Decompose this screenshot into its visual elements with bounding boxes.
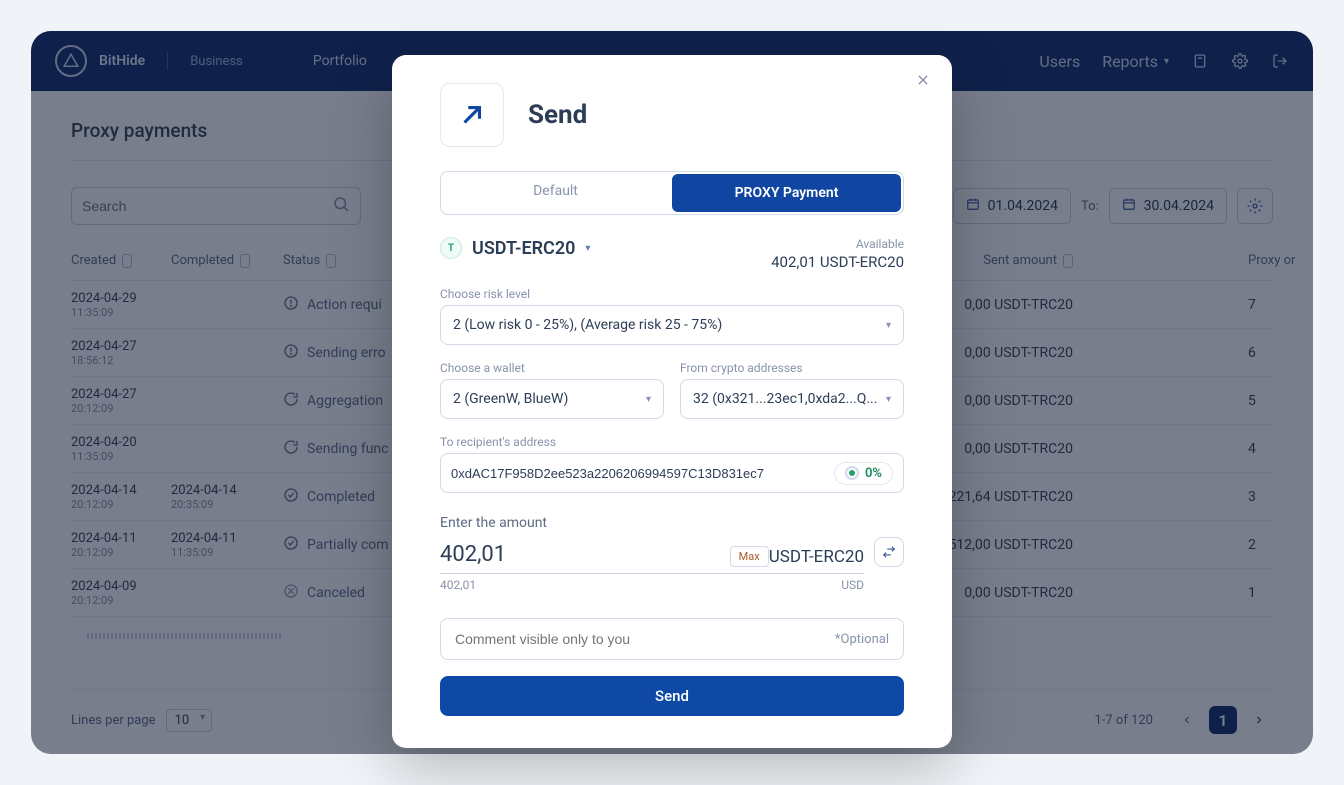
usdt-icon: T (440, 237, 462, 259)
recipient-address-input-wrap: 0% (440, 453, 904, 493)
risk-dot-icon (845, 466, 859, 480)
from-addresses-select[interactable]: 32 (0x321...23ec1,0xda2...Q... ▾ (680, 379, 904, 419)
chevron-down-icon: ▾ (646, 394, 651, 405)
chevron-down-icon: ▾ (886, 394, 891, 405)
chevron-down-icon: ▾ (585, 243, 590, 254)
recipient-address-input[interactable] (451, 466, 826, 481)
risk-percent: 0% (865, 466, 882, 481)
amount-row: 402,01 Max USDT-ERC20 (440, 537, 904, 567)
amount-unit: USDT-ERC20 (769, 547, 864, 567)
modal-title: Send (528, 100, 587, 130)
amount-underline (440, 573, 864, 574)
tab-default[interactable]: Default (441, 172, 670, 210)
risk-level-label: Choose risk level (440, 287, 904, 301)
wallet-value: 2 (GreenW, BlueW) (453, 391, 568, 407)
available-label: Available (771, 237, 904, 251)
close-button[interactable] (912, 69, 934, 91)
comment-input[interactable] (455, 631, 835, 647)
amount-input[interactable]: 402,01 (440, 542, 506, 567)
coin-row: T USDT-ERC20 ▾ Available 402,01 USDT-ERC… (440, 237, 904, 271)
send-button[interactable]: Send (440, 676, 904, 716)
swap-currency-button[interactable] (874, 537, 904, 567)
send-icon (440, 83, 504, 147)
available-value: 402,01 USDT-ERC20 (771, 253, 904, 271)
risk-level-value: 2 (Low risk 0 - 25%), (Average risk 25 -… (453, 317, 722, 333)
risk-level-select[interactable]: 2 (Low risk 0 - 25%), (Average risk 25 -… (440, 305, 904, 345)
recipient-address-label: To recipient's address (440, 435, 904, 449)
comment-wrap: *Optional (440, 618, 904, 660)
amount-label: Enter the amount (440, 515, 904, 531)
amount-converted: 402,01 (440, 578, 476, 592)
payment-type-tabs: Default PROXY Payment (440, 171, 904, 215)
wallet-label: Choose a wallet (440, 361, 664, 375)
address-risk-badge: 0% (834, 462, 893, 485)
comment-optional-hint: *Optional (835, 632, 889, 647)
from-addresses-label: From crypto addresses (680, 361, 904, 375)
amount-subrow: 402,01 USD (440, 578, 864, 592)
modal-header: Send (440, 83, 904, 147)
amount-converted-currency: USD (841, 578, 864, 592)
send-modal: Send Default PROXY Payment T USDT-ERC20 … (392, 55, 952, 748)
available-box: Available 402,01 USDT-ERC20 (771, 237, 904, 271)
coin-label: USDT-ERC20 (472, 238, 575, 259)
chevron-down-icon: ▾ (886, 320, 891, 331)
from-addresses-value: 32 (0x321...23ec1,0xda2...Q... (693, 391, 877, 407)
max-button[interactable]: Max (730, 546, 769, 567)
coin-select[interactable]: T USDT-ERC20 ▾ (440, 237, 590, 259)
wallet-select[interactable]: 2 (GreenW, BlueW) ▾ (440, 379, 664, 419)
tab-proxy-payment[interactable]: PROXY Payment (672, 174, 901, 212)
